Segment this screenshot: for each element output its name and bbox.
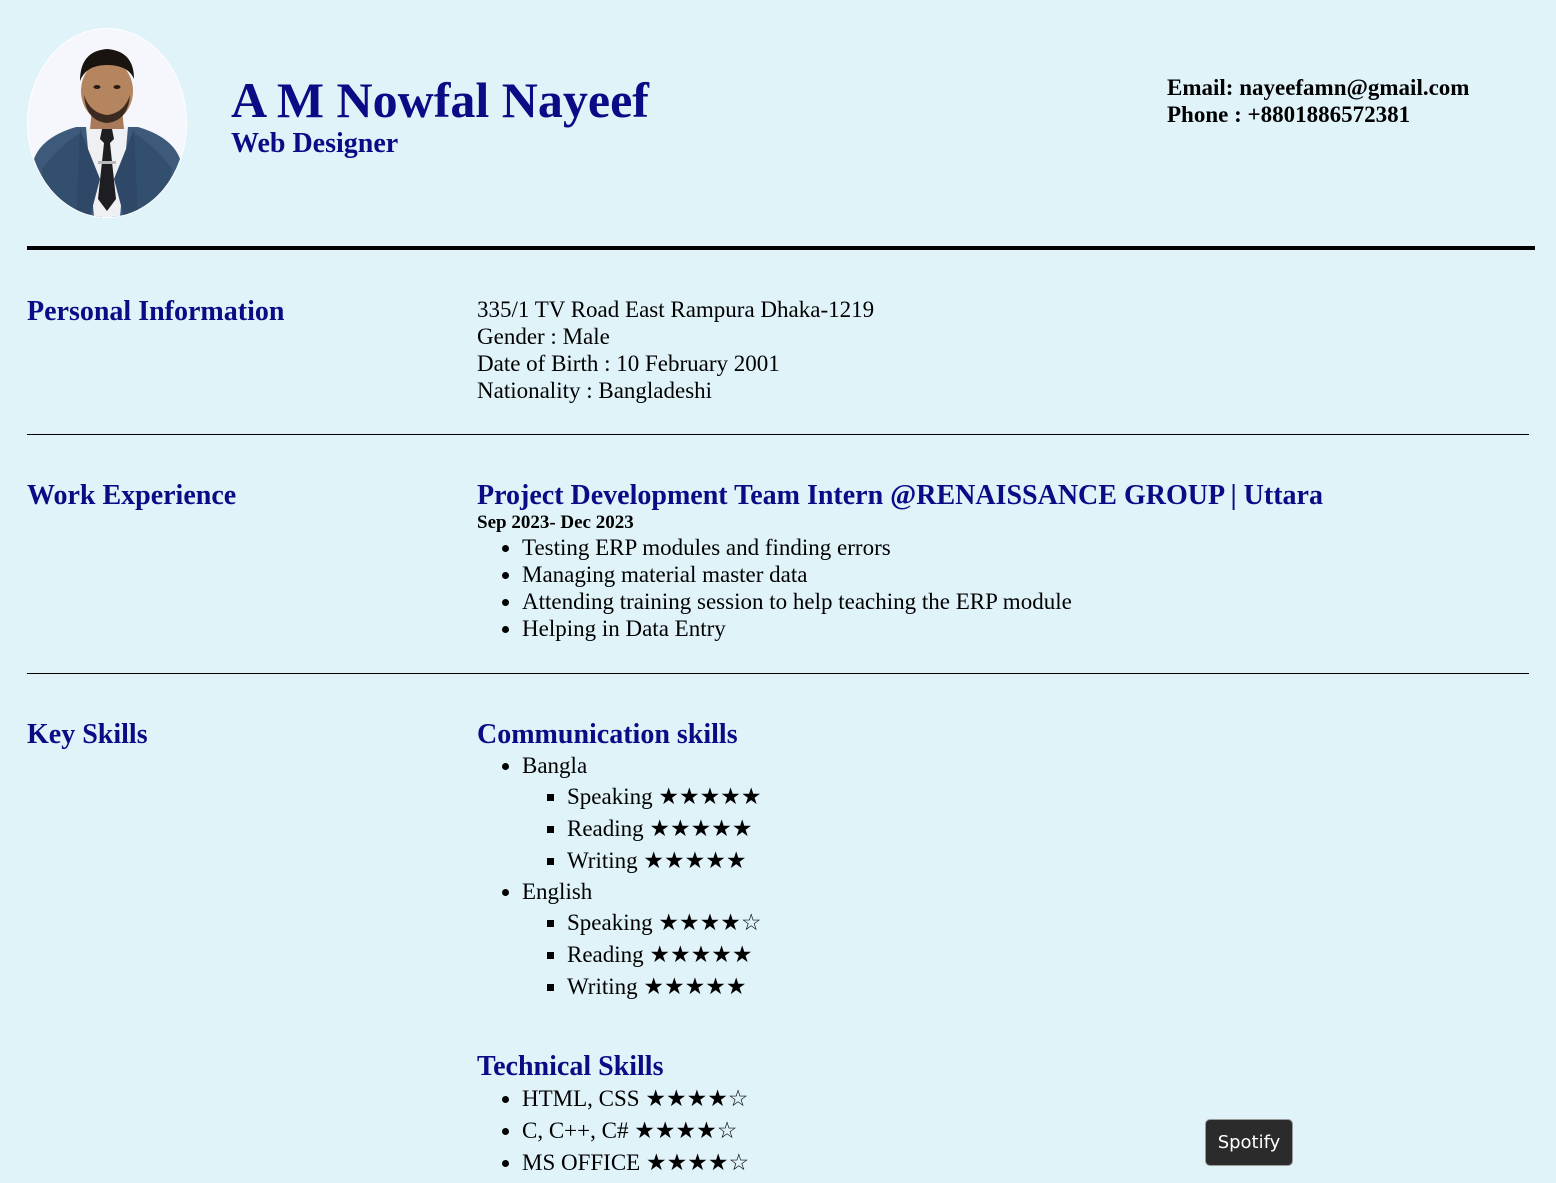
personal-info-body: 335/1 TV Road East Rampura Dhaka-1219 Ge… [477, 296, 1527, 404]
language-list: Bangla Speaking ★★★★★ Reading ★★★★★ Writ… [477, 751, 1527, 1003]
candidate-name: A M Nowfal Nayeef [231, 72, 649, 128]
language-skill-list: Speaking ★★★★☆ Reading ★★★★★ Writing ★★★… [522, 907, 1527, 1003]
skill-rating: HTML, CSS ★★★★☆ [522, 1083, 1527, 1115]
profile-photo-illustration [28, 29, 186, 217]
list-item: Managing material master data [522, 561, 1527, 588]
resume-header: A M Nowfal Nayeef Web Designer Email: na… [27, 28, 1535, 218]
communication-skills-heading: Communication skills [477, 719, 738, 750]
technical-skills-body: Technical Skills HTML, CSS ★★★★☆ C, C++,… [477, 1051, 1527, 1179]
skill-rating: Reading ★★★★★ [567, 813, 1527, 845]
nationality-text: Nationality : Bangladeshi [477, 378, 713, 403]
language-item: English Speaking ★★★★☆ Reading ★★★★★ Wri… [522, 877, 1527, 1003]
responsibility-list: Testing ERP modules and finding errors M… [477, 534, 1527, 642]
header-divider [27, 246, 1535, 250]
language-skill-list: Speaking ★★★★★ Reading ★★★★★ Writing ★★★… [522, 781, 1527, 877]
key-skills-body: Communication skills Bangla Speaking ★★★… [477, 719, 1527, 1003]
language-item: Bangla Speaking ★★★★★ Reading ★★★★★ Writ… [522, 751, 1527, 877]
section-divider [27, 434, 1529, 435]
address-text: 335/1 TV Road East Rampura Dhaka-1219 [477, 297, 875, 322]
email-text: Email: nayeefamn@gmail.com [1167, 75, 1470, 100]
profile-photo [27, 28, 187, 218]
technical-skills-heading: Technical Skills [477, 1051, 664, 1082]
spotify-button[interactable]: Spotify [1205, 1119, 1293, 1166]
employment-dates: Sep 2023- Dec 2023 [477, 512, 634, 533]
key-skills-heading: Key Skills [27, 719, 148, 750]
technical-skill-list: HTML, CSS ★★★★☆ C, C++, C# ★★★★☆ MS OFFI… [477, 1083, 1527, 1179]
section-divider [27, 673, 1529, 674]
skill-rating: Speaking ★★★★★ [567, 781, 1527, 813]
phone-text: Phone : +8801886572381 [1167, 102, 1411, 127]
contact-info: Email: nayeefamn@gmail.com Phone : +8801… [1167, 74, 1469, 128]
position-title: Project Development Team Intern @RENAISS… [477, 480, 1323, 511]
job-title: Web Designer [231, 128, 399, 159]
skill-rating: Writing ★★★★★ [567, 845, 1527, 877]
personal-info-heading: Personal Information [27, 296, 285, 327]
skill-rating: MS OFFICE ★★★★☆ [522, 1147, 1527, 1179]
list-item: Attending training session to help teach… [522, 588, 1527, 615]
language-name: English [522, 879, 593, 904]
skill-rating: Writing ★★★★★ [567, 971, 1527, 1003]
list-item: Testing ERP modules and finding errors [522, 534, 1527, 561]
work-experience-body: Project Development Team Intern @RENAISS… [477, 480, 1527, 642]
skill-rating: C, C++, C# ★★★★☆ [522, 1115, 1527, 1147]
dob-text: Date of Birth : 10 February 2001 [477, 351, 780, 376]
language-name: Bangla [522, 753, 588, 778]
gender-text: Gender : Male [477, 324, 610, 349]
work-experience-heading: Work Experience [27, 480, 237, 511]
skill-rating: Reading ★★★★★ [567, 939, 1527, 971]
skill-rating: Speaking ★★★★☆ [567, 907, 1527, 939]
list-item: Helping in Data Entry [522, 615, 1527, 642]
